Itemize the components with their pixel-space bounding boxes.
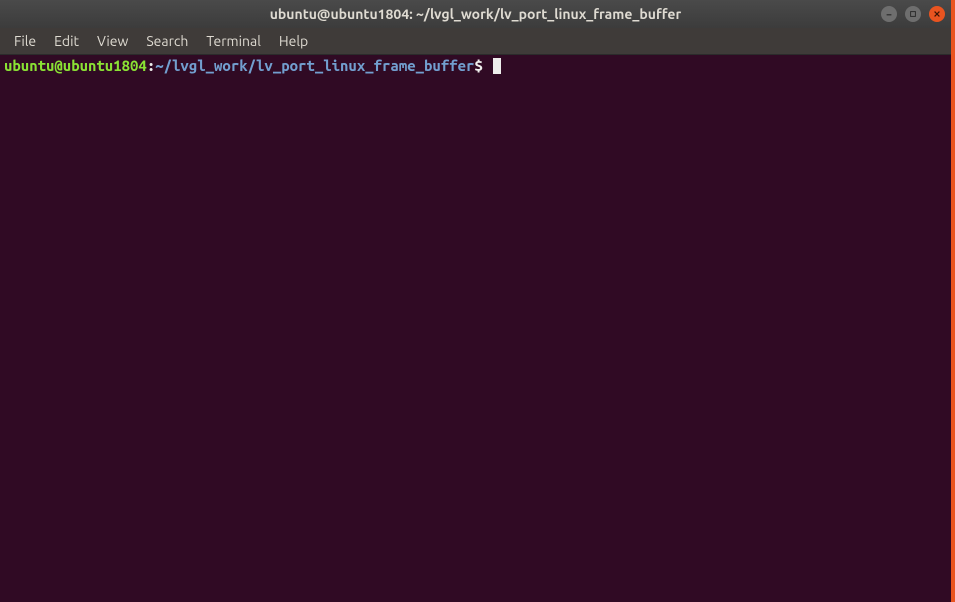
minimize-button[interactable] xyxy=(881,6,897,22)
titlebar: ubuntu@ubuntu1804: ~/lvgl_work/lv_port_l… xyxy=(0,0,951,28)
prompt-path: ~/lvgl_work/lv_port_linux_frame_buffer xyxy=(155,57,474,74)
maximize-button[interactable] xyxy=(905,6,921,22)
terminal-area[interactable]: ubuntu@ubuntu1804:~/lvgl_work/lv_port_li… xyxy=(0,55,951,602)
menu-edit[interactable]: Edit xyxy=(46,30,87,52)
prompt-symbol: $ xyxy=(474,57,482,74)
menu-search[interactable]: Search xyxy=(138,30,196,52)
menubar: File Edit View Search Terminal Help xyxy=(0,28,951,55)
prompt-separator: : xyxy=(147,57,155,74)
cursor-icon xyxy=(493,58,501,74)
close-button[interactable] xyxy=(929,6,945,22)
menu-help[interactable]: Help xyxy=(271,30,316,52)
menu-terminal[interactable]: Terminal xyxy=(198,30,269,52)
maximize-icon xyxy=(909,10,917,18)
menu-view[interactable]: View xyxy=(89,30,136,52)
window-title: ubuntu@ubuntu1804: ~/lvgl_work/lv_port_l… xyxy=(270,6,682,22)
window-controls xyxy=(881,6,945,22)
close-icon xyxy=(933,10,941,18)
prompt-user-host: ubuntu@ubuntu1804 xyxy=(4,57,147,74)
menu-file[interactable]: File xyxy=(6,30,44,52)
minimize-icon xyxy=(885,10,893,18)
